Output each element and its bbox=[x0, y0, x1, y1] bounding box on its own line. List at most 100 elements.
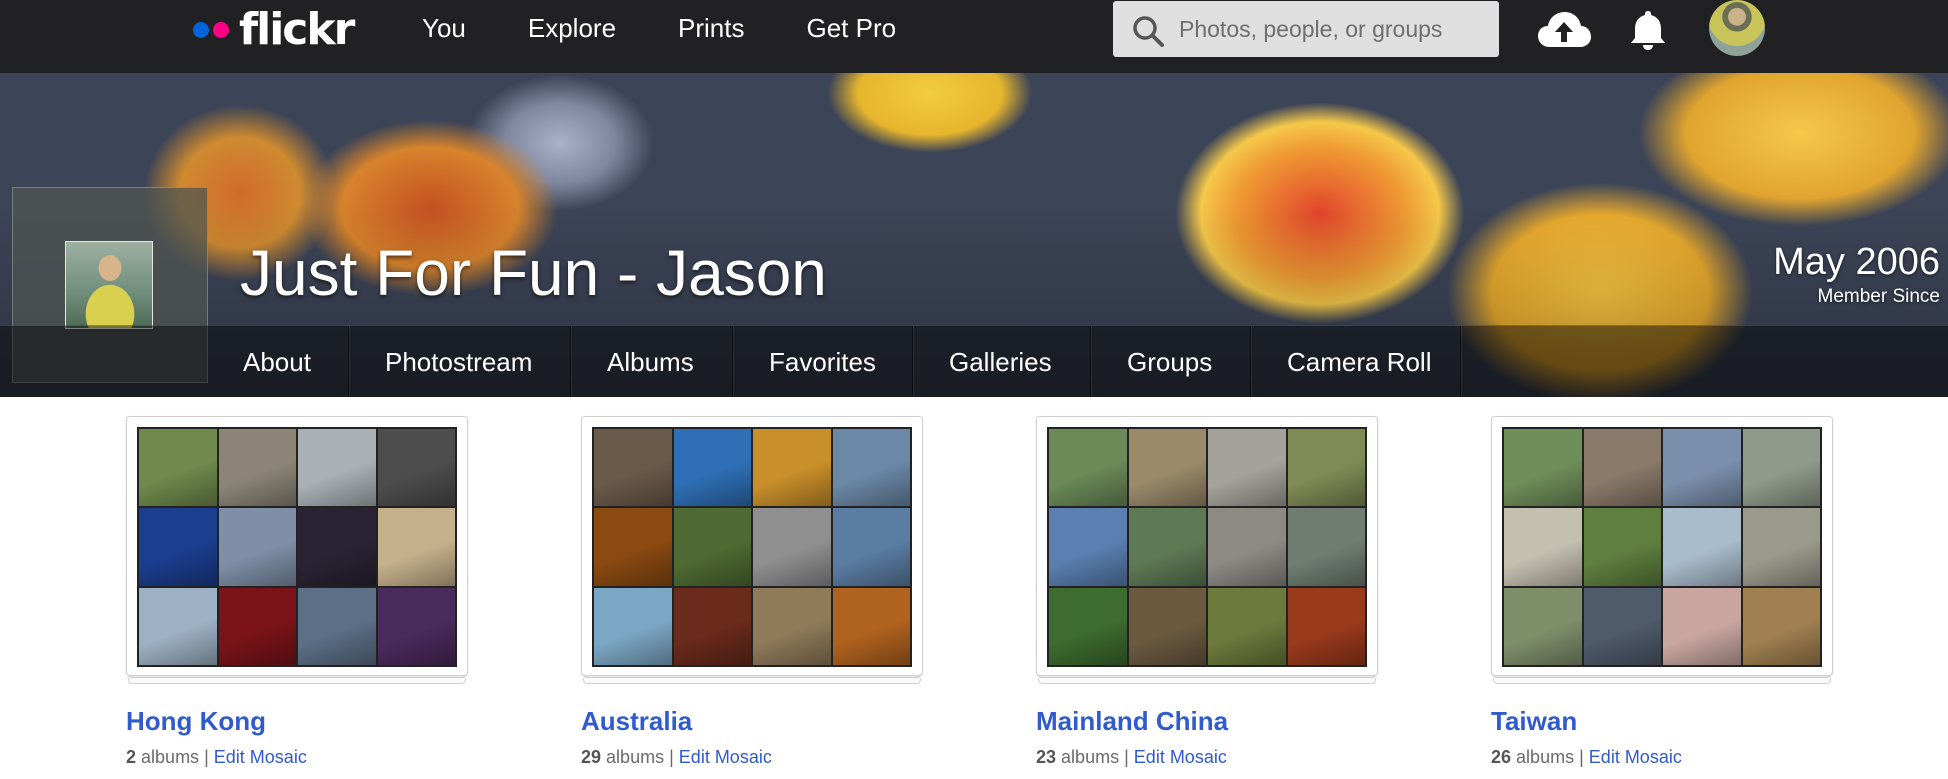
mosaic-photo-tile bbox=[832, 429, 910, 507]
collection-meta: 23 albums | Edit Mosaic bbox=[1036, 747, 1227, 768]
mosaic-photo-tile bbox=[218, 429, 296, 507]
collection-mosaic-stack[interactable] bbox=[1491, 416, 1833, 686]
collection-mosaic bbox=[1502, 427, 1822, 667]
mosaic-photo-tile bbox=[1128, 429, 1206, 507]
collection-title[interactable]: Mainland China bbox=[1036, 706, 1228, 737]
profile-cover: Just For Fun - Jason May 2006 Member Sin… bbox=[0, 73, 1948, 397]
member-since-label: Member Since bbox=[1817, 286, 1941, 307]
nav-link-prints[interactable]: Prints bbox=[678, 13, 744, 44]
search-box[interactable] bbox=[1113, 1, 1499, 57]
mosaic-photo-tile bbox=[1583, 587, 1661, 665]
stack-edge bbox=[1038, 678, 1376, 684]
bell-icon[interactable] bbox=[1628, 8, 1668, 52]
edit-mosaic-link[interactable]: Edit Mosaic bbox=[214, 747, 307, 767]
collection-meta: 2 albums | Edit Mosaic bbox=[126, 747, 307, 768]
albums-label: albums bbox=[606, 747, 665, 767]
nav-link-explore[interactable]: Explore bbox=[528, 13, 616, 44]
mosaic-photo-tile bbox=[377, 587, 455, 665]
mosaic-photo-tile bbox=[218, 587, 296, 665]
album-count: 29 bbox=[581, 747, 602, 767]
stack-edge bbox=[1493, 678, 1831, 684]
collection-mosaic-stack[interactable] bbox=[1036, 416, 1378, 686]
collection-meta: 26 albums | Edit Mosaic bbox=[1491, 747, 1682, 768]
profile-name: Just For Fun - Jason bbox=[240, 237, 827, 309]
albums-label: albums bbox=[1061, 747, 1120, 767]
stack-edge bbox=[128, 678, 466, 684]
subnav-photostream[interactable]: Photostream bbox=[385, 326, 532, 397]
edit-mosaic-link[interactable]: Edit Mosaic bbox=[1589, 747, 1682, 767]
mosaic-photo-tile bbox=[377, 508, 455, 586]
collection-title[interactable]: Taiwan bbox=[1491, 706, 1577, 737]
mosaic-photo-tile bbox=[753, 429, 831, 507]
meta-separator: | bbox=[204, 747, 209, 767]
collection-mosaic-stack[interactable] bbox=[126, 416, 468, 686]
subnav-about[interactable]: About bbox=[243, 326, 311, 397]
mosaic-photo-tile bbox=[1742, 508, 1820, 586]
mosaic-photo-tile bbox=[1663, 508, 1741, 586]
mosaic-photo-tile bbox=[673, 429, 751, 507]
mosaic-photo-tile bbox=[1128, 587, 1206, 665]
mosaic-photo-tile bbox=[377, 429, 455, 507]
collection-mosaic bbox=[137, 427, 457, 667]
primary-nav: You Explore Prints Get Pro bbox=[422, 0, 958, 57]
mosaic-photo-tile bbox=[1583, 429, 1661, 507]
subnav-groups[interactable]: Groups bbox=[1127, 326, 1212, 397]
albums-label: albums bbox=[141, 747, 200, 767]
collection-mosaic-card bbox=[1491, 416, 1833, 676]
mosaic-photo-tile bbox=[832, 508, 910, 586]
mosaic-photo-tile bbox=[673, 508, 751, 586]
edit-mosaic-link[interactable]: Edit Mosaic bbox=[679, 747, 772, 767]
buddy-icon[interactable] bbox=[65, 241, 153, 329]
collection-title[interactable]: Hong Kong bbox=[126, 706, 266, 737]
mosaic-photo-tile bbox=[139, 429, 217, 507]
stack-edge bbox=[583, 678, 921, 684]
mosaic-photo-tile bbox=[1504, 587, 1582, 665]
mosaic-photo-tile bbox=[594, 508, 672, 586]
subnav-albums[interactable]: Albums bbox=[607, 326, 694, 397]
subnav-camera-roll[interactable]: Camera Roll bbox=[1287, 326, 1432, 397]
mosaic-photo-tile bbox=[1663, 429, 1741, 507]
meta-separator: | bbox=[1124, 747, 1129, 767]
album-count: 26 bbox=[1491, 747, 1512, 767]
meta-separator: | bbox=[1579, 747, 1584, 767]
avatar[interactable] bbox=[1709, 0, 1765, 56]
mosaic-photo-tile bbox=[139, 587, 217, 665]
edit-mosaic-link[interactable]: Edit Mosaic bbox=[1134, 747, 1227, 767]
upload-cloud-icon[interactable] bbox=[1536, 9, 1592, 51]
mosaic-photo-tile bbox=[1049, 508, 1127, 586]
nav-link-get-pro[interactable]: Get Pro bbox=[807, 13, 897, 44]
search-icon[interactable] bbox=[1131, 14, 1165, 48]
subnav-galleries[interactable]: Galleries bbox=[949, 326, 1052, 397]
mosaic-photo-tile bbox=[753, 587, 831, 665]
collection-mosaic-card bbox=[126, 416, 468, 676]
mosaic-photo-tile bbox=[1287, 508, 1365, 586]
mosaic-photo-tile bbox=[1504, 429, 1582, 507]
member-since-date: May 2006 bbox=[1773, 241, 1940, 283]
subnav-divider bbox=[570, 326, 571, 397]
mosaic-photo-tile bbox=[1742, 429, 1820, 507]
mosaic-photo-tile bbox=[1049, 587, 1127, 665]
collection-meta: 29 albums | Edit Mosaic bbox=[581, 747, 772, 768]
collection-title[interactable]: Australia bbox=[581, 706, 692, 737]
mosaic-photo-tile bbox=[218, 508, 296, 586]
mosaic-photo-tile bbox=[753, 508, 831, 586]
flickr-logo[interactable]: flickr bbox=[193, 6, 355, 54]
mosaic-photo-tile bbox=[1583, 508, 1661, 586]
subnav-favorites[interactable]: Favorites bbox=[769, 326, 876, 397]
album-count: 23 bbox=[1036, 747, 1057, 767]
subnav-divider bbox=[1090, 326, 1091, 397]
subnav-divider bbox=[1250, 326, 1251, 397]
logo-pink-dot bbox=[213, 22, 229, 38]
search-input[interactable] bbox=[1179, 1, 1489, 57]
subnav-divider bbox=[732, 326, 733, 397]
collection-mosaic-stack[interactable] bbox=[581, 416, 923, 686]
albums-label: albums bbox=[1516, 747, 1575, 767]
mosaic-photo-tile bbox=[1128, 508, 1206, 586]
mosaic-photo-tile bbox=[298, 587, 376, 665]
nav-link-you[interactable]: You bbox=[422, 13, 466, 44]
mosaic-photo-tile bbox=[1208, 508, 1286, 586]
mosaic-photo-tile bbox=[139, 508, 217, 586]
collection-mosaic-card bbox=[581, 416, 923, 676]
mosaic-photo-tile bbox=[1742, 587, 1820, 665]
mosaic-photo-tile bbox=[298, 429, 376, 507]
